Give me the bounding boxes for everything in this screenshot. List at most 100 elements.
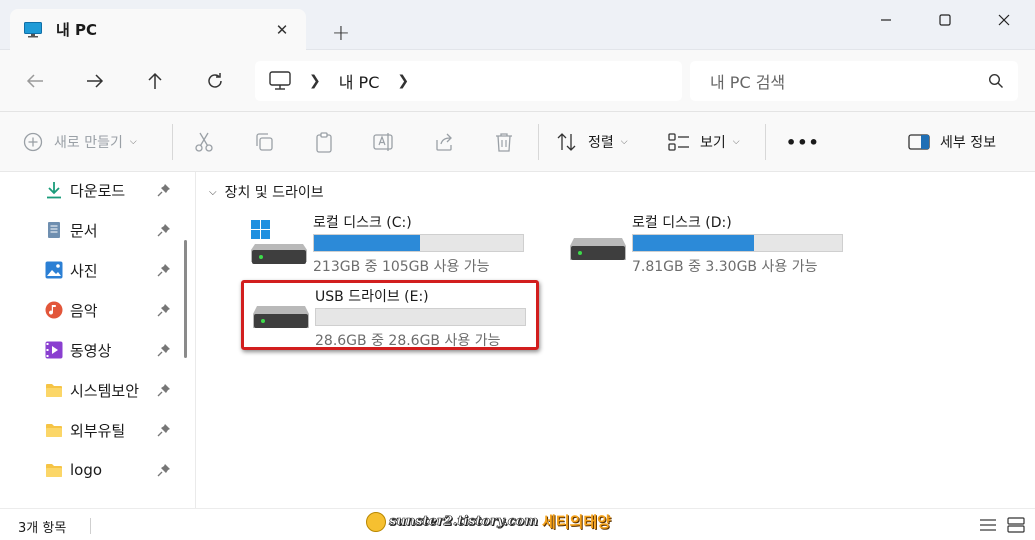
new-button[interactable]: 새로 만들기 ⌵: [22, 112, 137, 172]
breadcrumb-chevron-icon[interactable]: ❯: [397, 73, 409, 89]
divider: [765, 124, 766, 160]
breadcrumb-chevron-icon[interactable]: ❯: [309, 73, 321, 89]
tab-close-button[interactable]: ✕: [272, 20, 292, 40]
breadcrumb-location[interactable]: 내 PC: [339, 69, 380, 93]
sidebar-item-label: 동영상: [70, 341, 112, 360]
sidebar-item-label: 문서: [70, 221, 98, 240]
copy-icon: [253, 131, 275, 153]
pin-icon[interactable]: [157, 223, 171, 237]
navigation-bar: ❯ 내 PC ❯ 내 PC 검색: [0, 50, 1035, 112]
pin-icon[interactable]: [157, 383, 171, 397]
view-list-icon: [668, 131, 690, 153]
delete-button[interactable]: [493, 112, 515, 172]
smiley-icon: [366, 511, 386, 532]
sidebar-item-label: 시스템보안: [70, 381, 140, 400]
copy-button[interactable]: [253, 112, 275, 172]
chevron-down-icon: ⌵: [209, 186, 217, 198]
pin-icon[interactable]: [157, 303, 171, 317]
sidebar-item-system-security[interactable]: 시스템보안: [0, 372, 178, 408]
drive-usage-fill: [633, 235, 754, 251]
divider: [172, 124, 173, 160]
search-input[interactable]: 내 PC 검색: [710, 69, 988, 93]
pin-icon[interactable]: [157, 423, 171, 437]
sidebar-item-label: 사진: [70, 261, 98, 280]
cut-button[interactable]: [193, 112, 215, 172]
details-view-button[interactable]: [979, 517, 997, 533]
drive-free-space: 7.81GB 중 3.30GB 사용 가능: [632, 259, 818, 275]
document-icon: [45, 221, 63, 239]
sidebar-item-label: logo: [70, 461, 103, 479]
divider: [90, 518, 91, 534]
forward-button[interactable]: [80, 66, 110, 96]
sidebar-item-downloads[interactable]: 다운로드: [0, 172, 178, 208]
pin-icon[interactable]: [157, 263, 171, 277]
chevron-down-icon: ⌵: [732, 137, 740, 147]
hard-drive-icon: [570, 220, 626, 268]
refresh-icon: [208, 73, 222, 88]
rename-icon: [373, 131, 395, 153]
watermark-url: sunster2.tistory.com: [389, 514, 539, 530]
new-button-label: 새로 만들기: [54, 135, 123, 151]
sort-icon: [556, 131, 578, 153]
pin-icon[interactable]: [157, 343, 171, 357]
refresh-button[interactable]: [200, 66, 230, 96]
more-options-button[interactable]: •••: [786, 112, 820, 172]
title-bar: 내 PC ✕ +: [0, 0, 1035, 50]
rename-button[interactable]: [373, 112, 395, 172]
plus-circle-icon: [22, 131, 44, 153]
sidebar-item-label: 음악: [70, 301, 98, 320]
drive-item-d[interactable]: 로컬 디스크 (D:) 7.81GB 중 3.30GB 사용 가능: [570, 212, 850, 275]
pin-icon[interactable]: [157, 463, 171, 477]
sidebar-scrollbar[interactable]: [184, 240, 187, 358]
share-icon: [433, 131, 455, 153]
sidebar-item-logo[interactable]: logo: [0, 452, 178, 488]
back-button[interactable]: [20, 66, 50, 96]
watermark-name: 세티의태양: [541, 513, 611, 531]
monitor-icon: [24, 21, 42, 38]
windows-drive-icon: [251, 220, 307, 268]
drive-usage-bar: [313, 234, 524, 252]
close-window-button[interactable]: [974, 0, 1034, 40]
maximize-icon: [939, 14, 951, 26]
minimize-button[interactable]: [856, 0, 916, 40]
sidebar-item-pictures[interactable]: 사진: [0, 252, 178, 288]
pin-icon[interactable]: [157, 183, 171, 197]
folder-icon: [45, 461, 63, 479]
sort-button[interactable]: 정렬 ⌵: [556, 112, 628, 172]
view-button[interactable]: 보기 ⌵: [668, 112, 740, 172]
address-bar[interactable]: ❯ 내 PC ❯: [255, 61, 682, 101]
search-box[interactable]: 내 PC 검색: [690, 61, 1018, 101]
sort-label: 정렬: [588, 135, 614, 151]
drive-item-c[interactable]: 로컬 디스크 (C:) 213GB 중 105GB 사용 가능: [251, 212, 531, 275]
details-pane-button[interactable]: 세부 정보: [908, 112, 996, 172]
status-bar: 3개 항목 sunster2.tistory.com 세티의태양: [0, 508, 1035, 540]
new-tab-button[interactable]: +: [328, 20, 354, 46]
command-bar: 새로 만들기 ⌵ 정렬 ⌵ 보기 ⌵ ••• 세부 정보: [0, 112, 1035, 172]
maximize-button[interactable]: [915, 0, 975, 40]
highlight-box: [241, 280, 539, 350]
minimize-icon: [881, 19, 891, 21]
search-icon: [988, 73, 1004, 89]
item-count: 3개 항목: [18, 521, 67, 536]
scissors-icon: [193, 131, 215, 153]
sidebar-item-label: 외부유틸: [70, 421, 126, 440]
paste-button[interactable]: [313, 112, 335, 172]
drive-name: 로컬 디스크 (C:): [313, 215, 412, 231]
watermark: sunster2.tistory.com 세티의태양: [366, 511, 611, 532]
tab-my-pc[interactable]: 내 PC ✕: [10, 9, 306, 50]
up-button[interactable]: [140, 66, 170, 96]
sidebar-item-documents[interactable]: 문서: [0, 212, 178, 248]
drive-name: 로컬 디스크 (D:): [632, 215, 732, 231]
drive-usage-bar: [632, 234, 843, 252]
details-pane-icon: [908, 131, 930, 153]
arrow-up-icon: [148, 72, 162, 89]
sidebar-item-external-utils[interactable]: 외부유틸: [0, 412, 178, 448]
sidebar-item-videos[interactable]: 동영상: [0, 332, 178, 368]
tiles-view-button[interactable]: [1007, 517, 1025, 533]
tab-title: 내 PC: [56, 21, 98, 39]
sidebar-item-music[interactable]: 음악: [0, 292, 178, 328]
arrow-left-icon: [26, 74, 43, 88]
group-header-devices[interactable]: ⌵ 장치 및 드라이브: [209, 182, 324, 202]
music-icon: [45, 301, 63, 319]
share-button[interactable]: [433, 112, 455, 172]
